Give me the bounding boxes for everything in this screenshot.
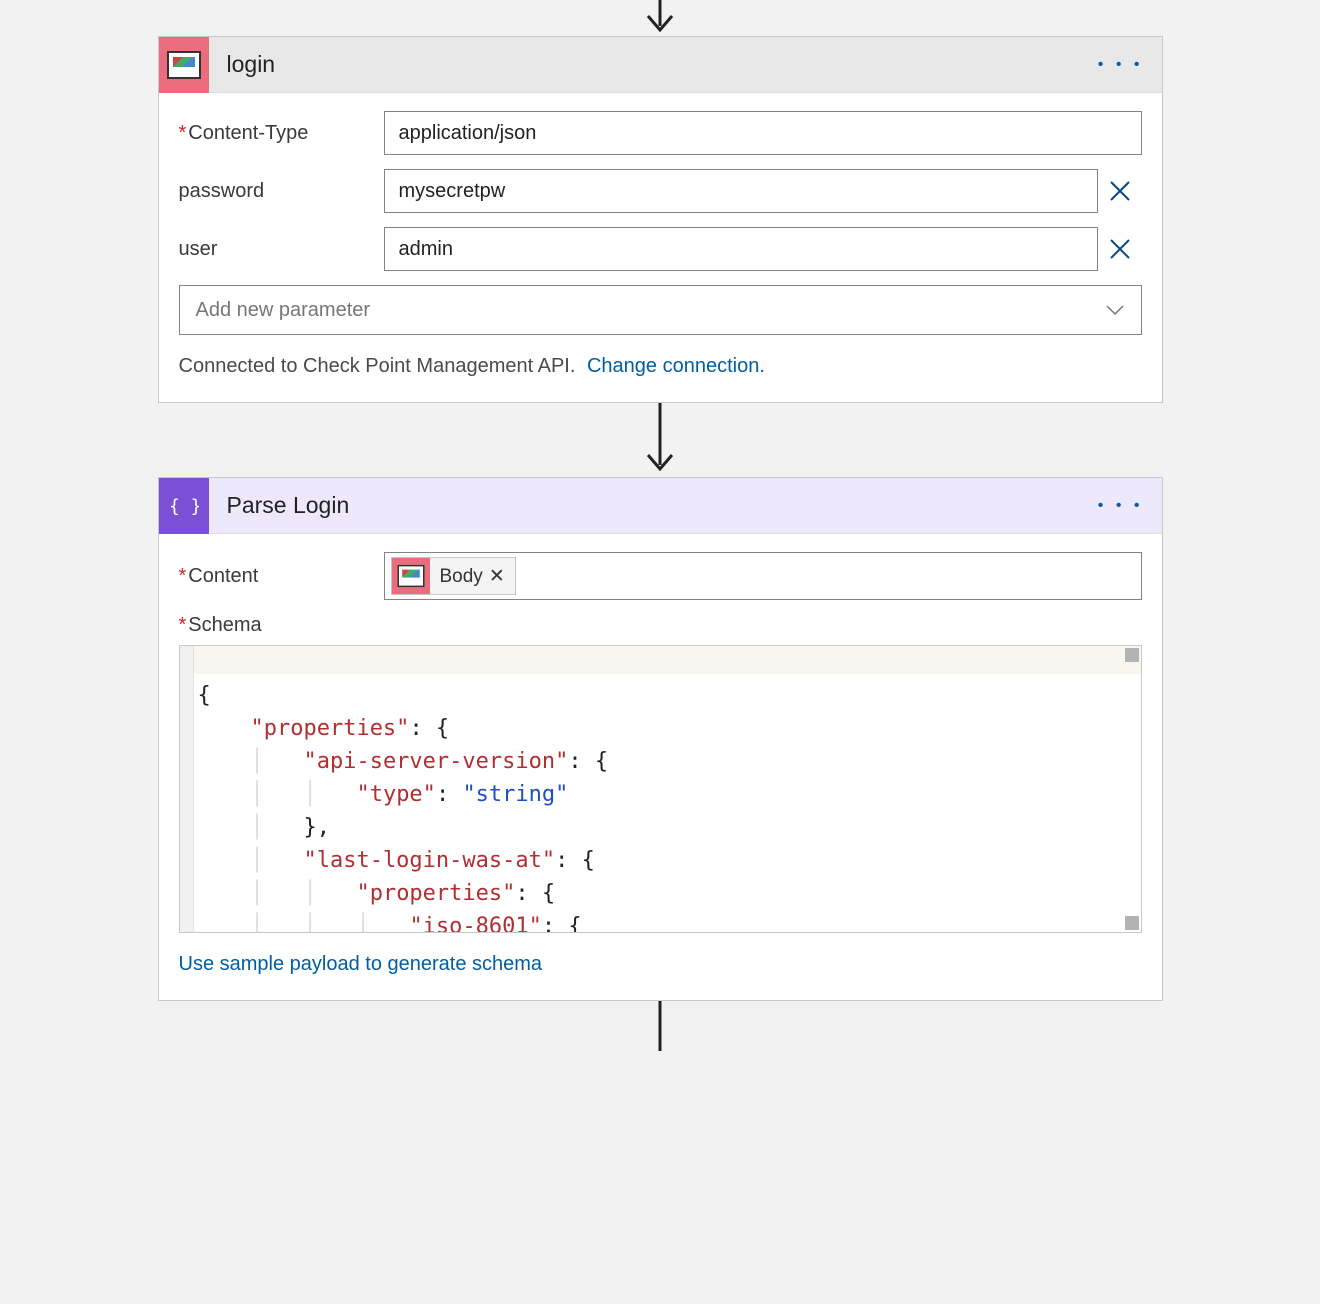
password-input[interactable] bbox=[384, 169, 1098, 213]
arrow-down-icon bbox=[640, 1001, 680, 1051]
login-card-menu-button[interactable]: • • • bbox=[1098, 56, 1144, 74]
body-token-remove[interactable]: ✕ bbox=[489, 566, 505, 587]
close-icon bbox=[1109, 180, 1131, 202]
login-action-card: login • • • *Content-Type password user … bbox=[158, 36, 1163, 403]
add-parameter-dropdown[interactable]: Add new parameter bbox=[179, 285, 1142, 335]
user-row: user bbox=[179, 227, 1142, 271]
content-row: *Content Body ✕ bbox=[179, 552, 1142, 600]
password-label: password bbox=[179, 180, 384, 203]
sample-payload-link[interactable]: Use sample payload to generate schema bbox=[179, 953, 543, 976]
password-remove-button[interactable] bbox=[1098, 180, 1142, 202]
schema-code: { "properties": { │ "api-server-version"… bbox=[198, 646, 1123, 933]
editor-scrollbar[interactable] bbox=[1125, 648, 1139, 662]
body-token-label: Body bbox=[440, 566, 483, 587]
body-token[interactable]: Body ✕ bbox=[391, 557, 516, 595]
connection-info: Connected to Check Point Management API.… bbox=[179, 355, 1142, 378]
parse-card-header[interactable]: { } Parse Login • • • bbox=[159, 478, 1162, 534]
flow-connector-mid bbox=[0, 403, 1320, 477]
connection-text: Connected to Check Point Management API. bbox=[179, 355, 576, 377]
user-input[interactable] bbox=[384, 227, 1098, 271]
parse-card-title: Parse Login bbox=[209, 492, 350, 519]
login-card-title: login bbox=[209, 51, 276, 78]
flow-connector-bottom bbox=[0, 1001, 1320, 1051]
user-label: user bbox=[179, 238, 384, 261]
parse-login-card: { } Parse Login • • • *Content Body ✕ *Sc… bbox=[158, 477, 1163, 1001]
editor-scrollbar[interactable] bbox=[1125, 916, 1139, 930]
content-type-label: *Content-Type bbox=[179, 122, 384, 145]
parse-json-icon: { } bbox=[159, 478, 209, 534]
content-type-row: *Content-Type bbox=[179, 111, 1142, 155]
content-label: *Content bbox=[179, 565, 384, 588]
add-parameter-placeholder: Add new parameter bbox=[196, 299, 371, 322]
flow-connector-top bbox=[0, 0, 1320, 36]
login-card-body: *Content-Type password user Add new para… bbox=[159, 93, 1162, 402]
arrow-down-icon bbox=[640, 0, 680, 36]
parse-card-body: *Content Body ✕ *Schema { "properties": {… bbox=[159, 534, 1162, 1000]
parse-card-menu-button[interactable]: • • • bbox=[1098, 497, 1144, 515]
chevron-down-icon bbox=[1105, 299, 1125, 322]
login-connector-icon bbox=[159, 37, 209, 93]
editor-gutter bbox=[180, 646, 194, 932]
user-remove-button[interactable] bbox=[1098, 238, 1142, 260]
arrow-down-icon bbox=[640, 403, 680, 477]
content-input[interactable]: Body ✕ bbox=[384, 552, 1142, 600]
password-row: password bbox=[179, 169, 1142, 213]
login-connector-icon bbox=[392, 558, 430, 594]
close-icon bbox=[1109, 238, 1131, 260]
schema-editor[interactable]: { "properties": { │ "api-server-version"… bbox=[179, 645, 1142, 933]
svg-text:{ }: { } bbox=[169, 496, 199, 517]
login-card-header[interactable]: login • • • bbox=[159, 37, 1162, 93]
change-connection-link[interactable]: Change connection. bbox=[587, 355, 765, 377]
content-type-input[interactable] bbox=[384, 111, 1142, 155]
schema-label: *Schema bbox=[179, 614, 384, 637]
